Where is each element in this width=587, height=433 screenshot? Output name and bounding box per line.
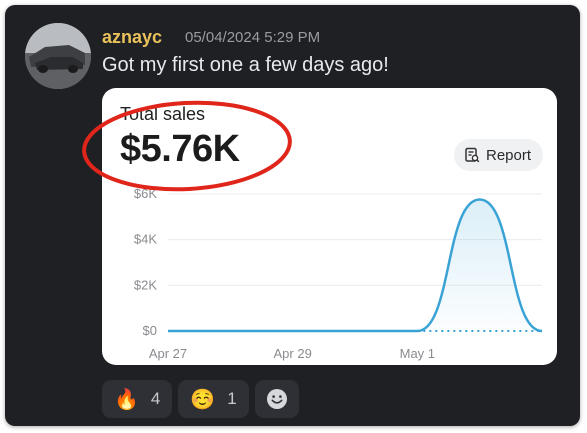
avatar[interactable] bbox=[25, 23, 91, 89]
x-tick-label: Apr 27 bbox=[149, 346, 187, 361]
report-label: Report bbox=[486, 146, 532, 164]
sales-card-image[interactable]: Total sales $5.76K Report $0 $2K $4K $6K Ap… bbox=[102, 88, 557, 365]
fire-emoji-icon: 🔥 bbox=[114, 388, 139, 411]
message-text: Got my first one a few days ago! bbox=[102, 54, 389, 76]
x-tick-label: May 1 bbox=[400, 346, 435, 361]
reaction-fire[interactable]: 🔥 4 bbox=[102, 380, 173, 418]
reactions-bar: 🔥 4 ☺️ 1 bbox=[102, 380, 299, 418]
report-icon bbox=[465, 147, 480, 163]
x-tick-label: Apr 29 bbox=[274, 346, 312, 361]
add-reaction-icon bbox=[266, 389, 287, 409]
report-button[interactable]: Report bbox=[454, 139, 544, 171]
total-sales-label: Total sales bbox=[120, 104, 206, 124]
sales-chart: $0 $2K $4K $6K Apr 27 Apr 29 May 1 bbox=[134, 186, 543, 361]
y-tick-label: $4K bbox=[134, 232, 157, 247]
y-tick-label: $6K bbox=[134, 186, 157, 201]
message-container: aznayc 05/04/2024 5:29 PM Got my first o… bbox=[5, 5, 580, 426]
reaction-smile[interactable]: ☺️ 1 bbox=[178, 380, 249, 418]
smile-emoji-icon: ☺️ bbox=[190, 388, 216, 411]
avatar-image bbox=[25, 23, 91, 89]
total-sales-value: $5.76K bbox=[120, 128, 240, 170]
add-reaction-button[interactable] bbox=[254, 380, 299, 418]
username[interactable]: aznayc bbox=[102, 27, 162, 48]
reaction-count: 1 bbox=[227, 389, 237, 408]
timestamp: 05/04/2024 5:29 PM bbox=[185, 29, 321, 46]
y-tick-label: $2K bbox=[134, 277, 157, 292]
reaction-count: 4 bbox=[150, 389, 161, 408]
y-tick-label: $0 bbox=[143, 323, 157, 338]
